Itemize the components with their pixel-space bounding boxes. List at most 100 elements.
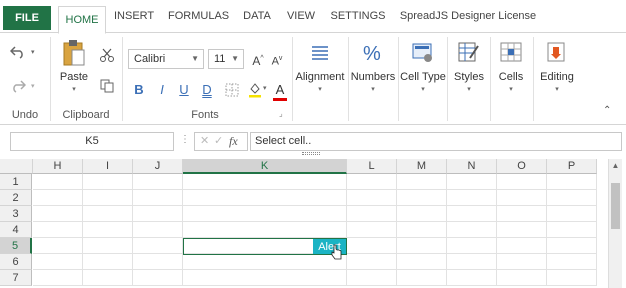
row-header[interactable]: 4 [0, 222, 32, 238]
fill-color-dropdown-icon[interactable]: ▾ [263, 84, 267, 92]
grid-cell[interactable] [183, 254, 347, 270]
grid-cell[interactable] [397, 190, 447, 206]
grid-cell[interactable] [497, 254, 547, 270]
grid-cell[interactable] [547, 254, 597, 270]
grid-cell[interactable] [447, 270, 497, 286]
decrease-font-size-icon[interactable]: Av [268, 50, 286, 68]
grid-cell[interactable] [547, 238, 597, 254]
column-header[interactable]: H [33, 159, 83, 174]
dialog-launcher-icon[interactable]: ⌟ [279, 109, 283, 118]
grid-cell[interactable] [33, 222, 83, 238]
grid-cell[interactable] [83, 190, 133, 206]
column-header[interactable]: L [347, 159, 397, 174]
grid-cell[interactable] [497, 174, 547, 190]
grid-cell[interactable] [33, 174, 83, 190]
grid-cell[interactable] [447, 190, 497, 206]
fill-color-icon[interactable] [248, 82, 262, 98]
grid-cell[interactable] [33, 270, 83, 286]
grid-cell[interactable] [133, 174, 183, 190]
grid-cell[interactable] [83, 254, 133, 270]
name-box[interactable]: K5 [10, 132, 174, 151]
grid-cell[interactable] [347, 238, 397, 254]
grid-cell[interactable] [497, 190, 547, 206]
grid-cell[interactable] [347, 174, 397, 190]
grid-cell[interactable] [547, 206, 597, 222]
tab-home[interactable]: HOME [58, 6, 106, 34]
grid-cell[interactable] [33, 206, 83, 222]
column-header[interactable]: N [447, 159, 497, 174]
grid-cell[interactable] [133, 222, 183, 238]
grid-cell[interactable] [397, 222, 447, 238]
grid-cell[interactable] [397, 206, 447, 222]
grid-cell[interactable] [497, 222, 547, 238]
more-options-icon[interactable]: ⋮ [180, 134, 190, 145]
grid-cell[interactable] [33, 254, 83, 270]
tab-file[interactable]: FILE [3, 6, 51, 30]
grid-cell[interactable] [497, 238, 547, 254]
paste-button[interactable]: Paste ▾ [55, 37, 93, 97]
grid-cell[interactable] [133, 270, 183, 286]
grid-cell[interactable] [133, 190, 183, 206]
underline-button[interactable]: U [175, 81, 193, 99]
grid-cell[interactable] [83, 270, 133, 286]
row-header[interactable]: 7 [0, 270, 32, 286]
grid-cell[interactable] [33, 190, 83, 206]
grid-cell[interactable] [397, 238, 447, 254]
tab-view[interactable]: VIEW [286, 0, 316, 33]
confirm-icon[interactable]: ✓ [214, 133, 223, 150]
bold-button[interactable]: B [130, 81, 148, 99]
grid-cell[interactable] [183, 270, 347, 286]
grid-cell[interactable] [447, 174, 497, 190]
tab-license[interactable]: SpreadJS Designer License [398, 0, 538, 33]
row-header[interactable]: 2 [0, 190, 32, 206]
font-name-select[interactable]: Calibri ▼ [128, 49, 204, 69]
resize-handle[interactable] [302, 152, 320, 155]
double-underline-button[interactable]: D [198, 81, 216, 99]
column-header[interactable]: K [183, 159, 347, 174]
grid-cell[interactable] [33, 238, 83, 254]
borders-icon[interactable] [225, 83, 239, 97]
grid-cell[interactable] [183, 190, 347, 206]
row-header[interactable]: 1 [0, 174, 32, 190]
grid-cell[interactable] [397, 254, 447, 270]
column-header[interactable]: O [497, 159, 547, 174]
insert-function-icon[interactable]: fx [229, 133, 238, 150]
grid-cell[interactable] [447, 222, 497, 238]
grid-cell[interactable] [547, 190, 597, 206]
scroll-up-icon[interactable]: ▲ [609, 159, 622, 173]
grid-cell[interactable] [347, 206, 397, 222]
row-header[interactable]: 3 [0, 206, 32, 222]
column-header[interactable]: P [547, 159, 597, 174]
tab-formulas[interactable]: FORMULAS [168, 0, 229, 33]
undo-dropdown-icon[interactable]: ▾ [31, 48, 35, 56]
grid-cell[interactable] [547, 270, 597, 286]
cells-button[interactable]: Cells ▾ [492, 37, 530, 97]
grid-cell[interactable] [497, 206, 547, 222]
grid-cell[interactable] [447, 254, 497, 270]
grid-cell[interactable] [83, 174, 133, 190]
editing-button[interactable]: Editing ▾ [535, 37, 579, 97]
grid-cell[interactable] [547, 222, 597, 238]
column-header[interactable]: I [83, 159, 133, 174]
grid-cell[interactable] [133, 254, 183, 270]
italic-button[interactable]: I [153, 81, 171, 99]
undo-icon[interactable] [10, 45, 26, 59]
scrollbar-thumb[interactable] [611, 183, 620, 229]
cut-icon[interactable] [100, 48, 114, 62]
redo-icon[interactable] [10, 79, 26, 93]
grid-cell[interactable] [497, 270, 547, 286]
grid-cell[interactable] [183, 206, 347, 222]
grid-cell[interactable] [397, 174, 447, 190]
cancel-icon[interactable]: ✕ [200, 133, 209, 150]
grid-cell[interactable] [83, 238, 133, 254]
corner-header[interactable] [0, 159, 33, 174]
alignment-button[interactable]: Alignment ▾ [295, 37, 345, 97]
copy-icon[interactable] [100, 79, 114, 93]
styles-button[interactable]: Styles ▾ [449, 37, 489, 97]
tab-settings[interactable]: SETTINGS [330, 0, 386, 33]
collapse-ribbon-icon[interactable]: ⌃ [603, 105, 611, 116]
grid-cell[interactable] [547, 174, 597, 190]
grid-cell[interactable] [183, 174, 347, 190]
grid-cell[interactable] [83, 222, 133, 238]
grid-cell[interactable] [133, 206, 183, 222]
